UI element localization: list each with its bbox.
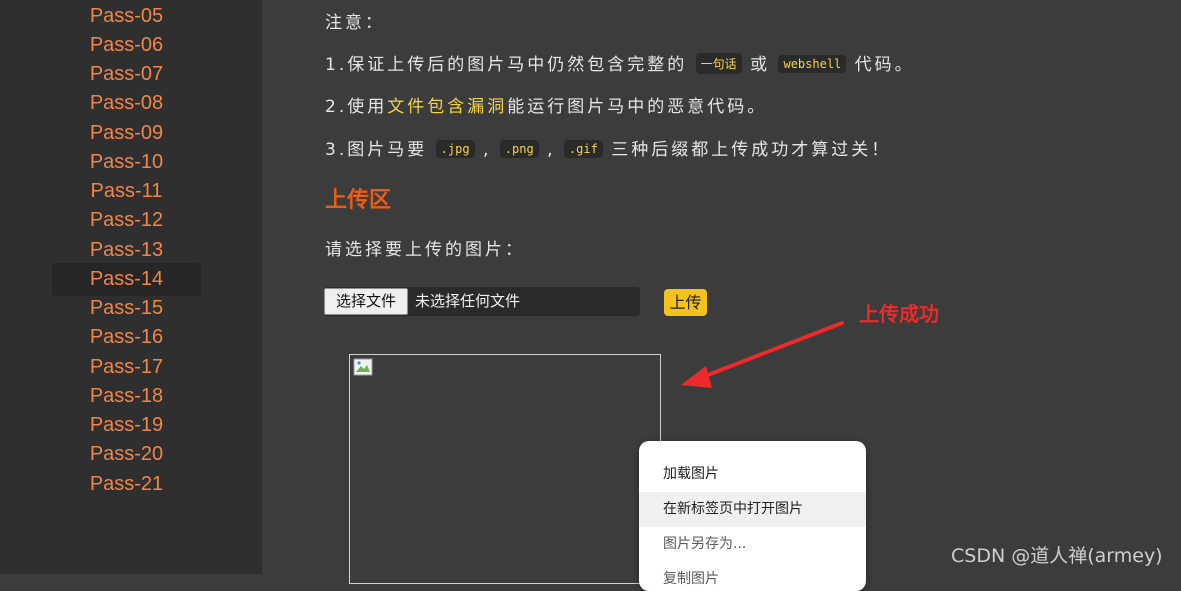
menu-item-copy-image[interactable]: 复制图片 — [639, 562, 866, 591]
broken-image-icon — [353, 358, 373, 376]
menu-item-open-image-new-tab[interactable]: 在新标签页中打开图片 — [639, 492, 866, 527]
context-menu: 加载图片 在新标签页中打开图片 图片另存为... 复制图片 — [639, 441, 866, 591]
csdn-watermark: CSDN @道人禅(armey) — [951, 545, 1163, 567]
menu-item-load-image[interactable]: 加载图片 — [639, 457, 866, 492]
menu-item-save-image-as[interactable]: 图片另存为... — [639, 527, 866, 562]
uploaded-image-frame[interactable] — [349, 354, 661, 584]
